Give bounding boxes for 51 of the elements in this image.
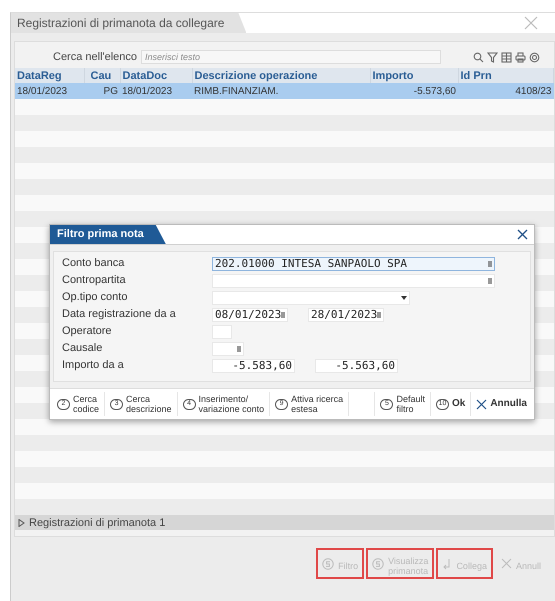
input-field[interactable] [212, 274, 495, 288]
table-cell: 18/01/2023 [15, 83, 84, 99]
column-header[interactable]: Descrizione operazione [192, 68, 370, 83]
list-icon [377, 312, 382, 318]
list-icon [488, 260, 492, 266]
circle-icon [372, 558, 384, 570]
input-field[interactable] [212, 290, 410, 304]
search-label: Cerca nell'elenco [53, 51, 138, 63]
field-label: Op.tipo conto [62, 290, 128, 305]
input-field[interactable] [212, 342, 244, 356]
close-icon [500, 558, 512, 569]
field-label: Data registrazione da a [62, 307, 177, 322]
print-icon[interactable] [515, 52, 526, 62]
column-header[interactable]: DataDoc [120, 68, 192, 83]
return-arrow-icon [442, 558, 452, 570]
field-label: Operatore [62, 324, 113, 339]
column-header[interactable]: Id Prn [458, 68, 554, 83]
field-label: Contropartita [62, 273, 127, 288]
input-field[interactable]: 202.01000 INTESA SANPAOLO SPA [212, 256, 495, 270]
column-header[interactable]: DataReg [15, 68, 84, 83]
close-icon [476, 398, 488, 410]
list-icon [237, 346, 241, 352]
list-icon [488, 278, 492, 284]
table-cell: 18/01/2023 [120, 83, 192, 99]
search-icon[interactable] [473, 52, 484, 62]
section-header[interactable]: Registrazioni di primanota 1 [15, 515, 554, 530]
field-label: Conto banca [62, 256, 126, 271]
dropdown-caret-icon [401, 296, 407, 300]
table-cell: RIMB.FINANZIAM. [192, 83, 370, 99]
search-field[interactable]: Inserisci testo [141, 50, 442, 64]
table-cell: -5.573,60 [370, 83, 458, 99]
input-field[interactable]: -5.563,60 [315, 358, 398, 372]
field-label: Causale [62, 341, 104, 356]
dialog-title: Filtro prima nota [50, 225, 166, 244]
close-icon [517, 229, 528, 240]
table-cell: PG [84, 83, 120, 99]
cancel-button[interactable]: Annulla [471, 392, 532, 416]
input-field[interactable]: 08/01/2023 [212, 308, 288, 322]
column-header[interactable]: Cau [84, 68, 120, 83]
table-cell: 4108/23 [458, 83, 554, 99]
window-title: Registrazioni di primanota da collegare [11, 13, 246, 33]
input-field[interactable]: -5.583,60 [212, 358, 295, 372]
settings-icon[interactable] [529, 52, 540, 62]
circle-icon [322, 558, 334, 570]
list-icon [281, 312, 286, 318]
field-label: Importo da a [62, 358, 125, 373]
columns-icon[interactable] [501, 52, 512, 62]
input-field[interactable]: 28/01/2023 [308, 308, 384, 322]
column-header[interactable]: Importo [370, 68, 458, 83]
filter-icon[interactable] [487, 52, 498, 62]
close-icon [524, 16, 538, 30]
